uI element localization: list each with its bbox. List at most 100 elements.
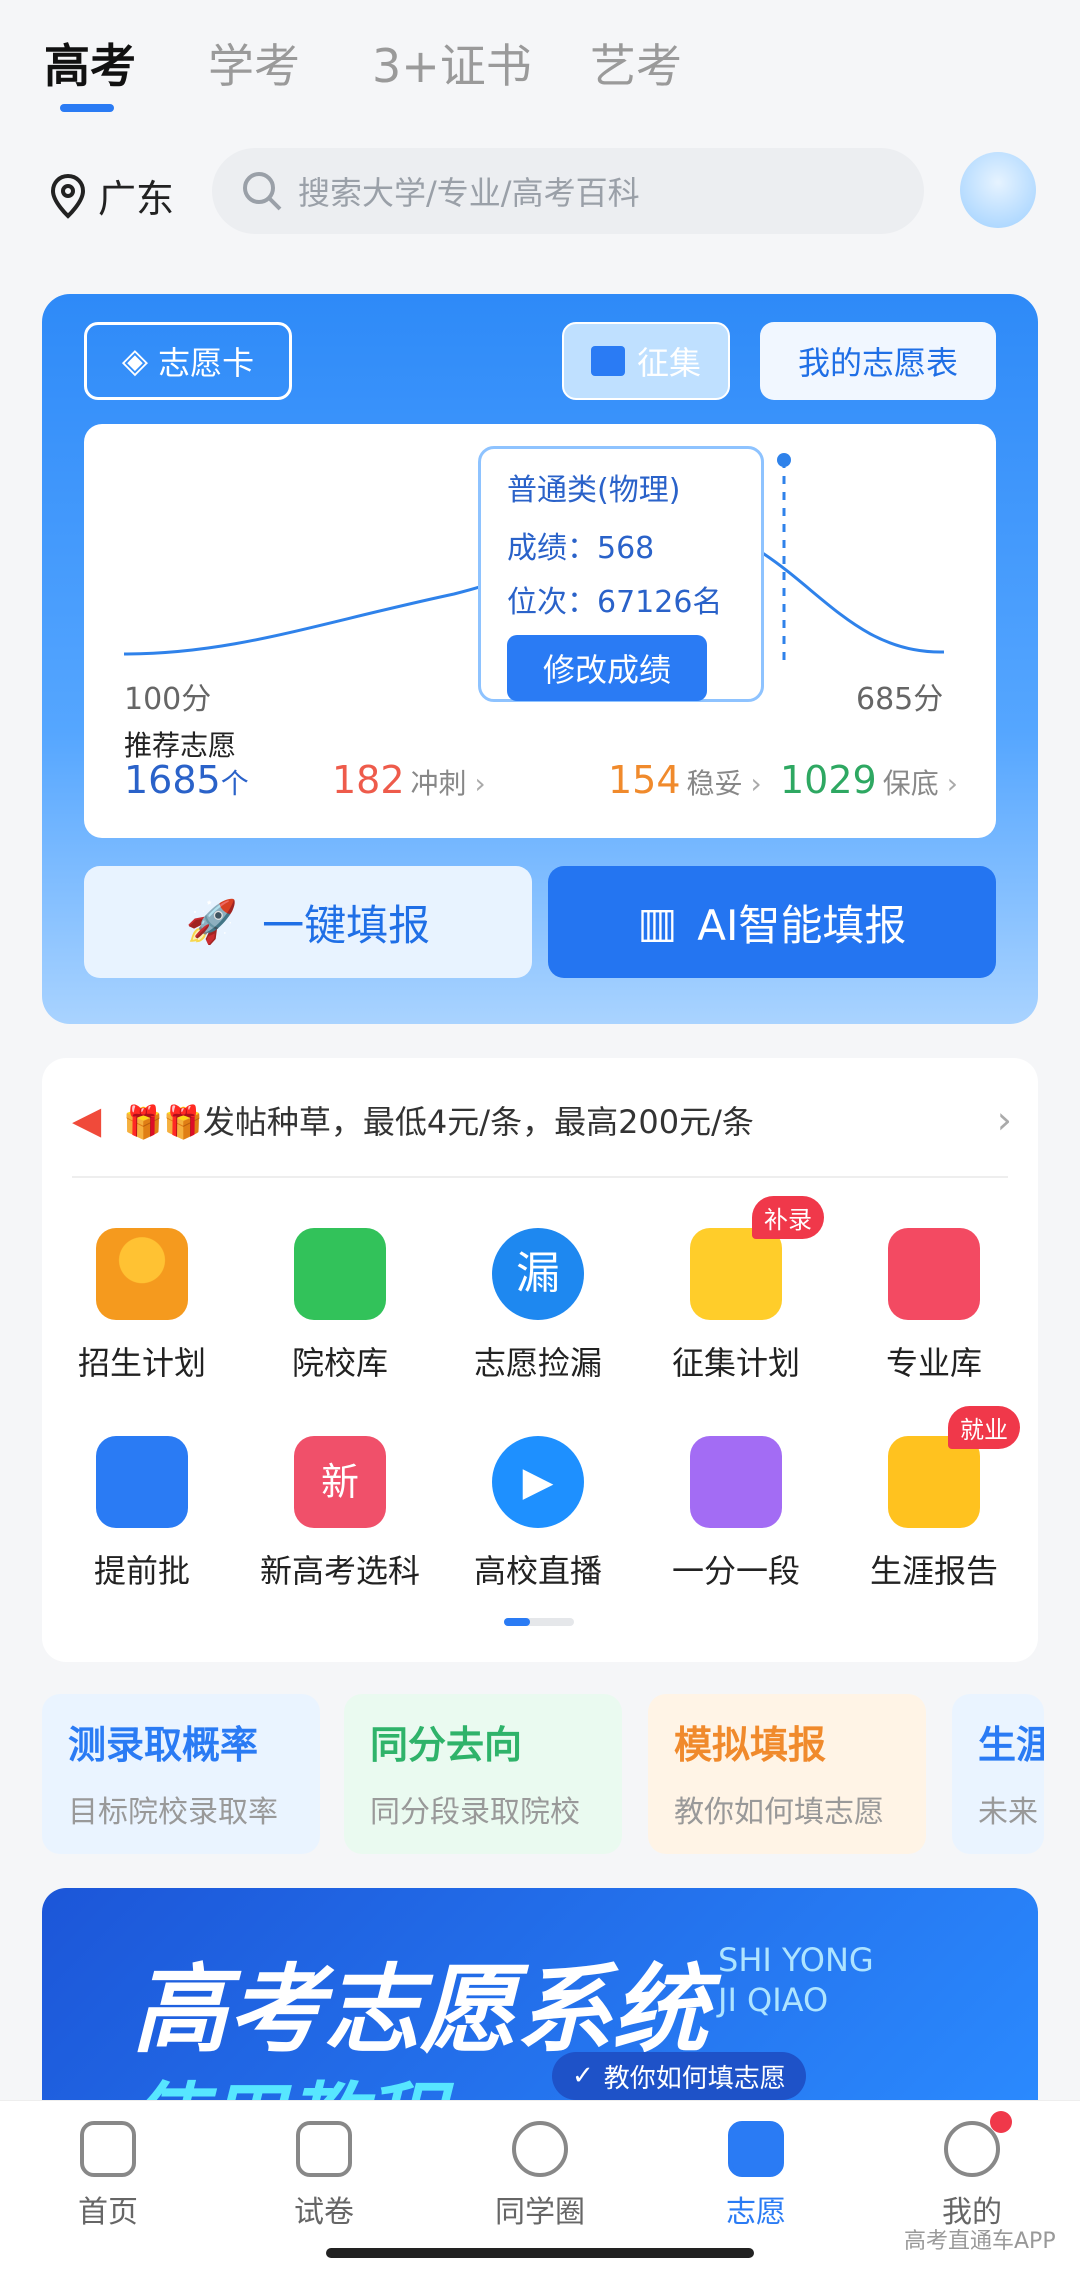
chong-label: 冲刺 <box>410 767 467 800</box>
quick-card-sub: 目标院校录取率 <box>68 1795 278 1830</box>
ai-fill-button[interactable]: ▥ AI智能填报 <box>548 866 996 978</box>
grid-item-zhaosheng[interactable]: 招生计划 <box>42 1228 242 1384</box>
grid-item-jianlou[interactable]: 漏志愿捡漏 <box>438 1228 638 1384</box>
paper-icon <box>296 2121 352 2177</box>
bao-label: 保底 <box>882 767 939 800</box>
zhengji-button[interactable]: 征集 <box>562 322 730 400</box>
grid-item-tiqianpi[interactable]: 提前批 <box>42 1436 242 1592</box>
graduation-cap-icon <box>728 2121 784 2177</box>
grid-label: 一分一段 <box>671 1552 800 1590</box>
location-selector[interactable]: 广东 <box>48 168 174 223</box>
banner-en: SHI YONG JI QIAO <box>718 1940 874 2020</box>
nav-classmates[interactable]: 同学圈 <box>460 2121 620 2231</box>
quick-card-simulate[interactable]: 模拟填报教你如何填志愿 <box>648 1694 926 1854</box>
quick-card-same-score[interactable]: 同分去向 同分段录取院校 <box>344 1694 622 1854</box>
top-tab-bar: 高考 学考 3+证书 艺考 <box>0 0 1080 140</box>
quick-card-title: 生涯 <box>978 1723 1044 1767</box>
wen-link[interactable]: 154 稳妥 › <box>608 758 762 802</box>
recommend-unit: 个 <box>220 767 249 800</box>
rank-value: 67126名 <box>597 585 723 620</box>
grid-label: 招生计划 <box>77 1344 206 1382</box>
page-indicator <box>504 1618 574 1626</box>
one-click-fill-button[interactable]: 🚀 一键填报 <box>84 866 532 978</box>
grid-item-yuanxiao[interactable]: 院校库 <box>240 1228 440 1384</box>
bar-chart-icon: ▥ <box>637 897 678 947</box>
watermark: 高考直通车APP <box>904 2229 1056 2254</box>
one-click-label: 一键填报 <box>262 900 431 950</box>
search-placeholder: 搜索大学/专业/高考百科 <box>298 174 640 212</box>
badge-bulu: 补录 <box>752 1196 824 1239</box>
badge-jiuye: 就业 <box>948 1406 1020 1449</box>
tab-zhengshu[interactable]: 3+证书 <box>372 30 532 96</box>
tab-yikao[interactable]: 艺考 <box>590 30 682 96</box>
recommend-count-row: 1685个 <box>124 758 249 802</box>
grid-item-yifenyiduan[interactable]: 一分一段 <box>636 1436 836 1592</box>
banner-tag: ✓ 教你如何填志愿 <box>552 2052 806 2100</box>
tab-gaokao[interactable]: 高考 <box>44 30 136 96</box>
person-icon <box>96 1228 188 1320</box>
grid-item-zhibo[interactable]: ▶ 高校直播 <box>438 1436 638 1592</box>
nav-zhiyuan[interactable]: 志愿 <box>676 2121 836 2231</box>
book-icon <box>590 346 625 376</box>
chong-link[interactable]: 182 冲刺 › <box>332 758 486 802</box>
grid-label: 高校直播 <box>473 1552 602 1590</box>
avatar[interactable] <box>960 152 1036 228</box>
quick-card-title: 同分去向 <box>370 1723 523 1767</box>
quick-card-probability[interactable]: 测录取概率目标院校录取率 <box>42 1694 320 1854</box>
banner-en1: SHI YONG <box>718 1941 874 1979</box>
nav-label: 试卷 <box>294 2195 354 2230</box>
quick-card-sub: 教你如何填志愿 <box>674 1795 884 1830</box>
banner-tag-text: 教你如何填志愿 <box>603 2063 786 2094</box>
quick-card-career[interactable]: 生涯 未来 <box>952 1694 1044 1854</box>
video-icon: ▶ <box>492 1436 584 1528</box>
nav-papers[interactable]: 试卷 <box>244 2121 404 2231</box>
nav-label: 首页 <box>78 2195 138 2230</box>
report-icon <box>888 1436 980 1528</box>
grid-item-shengya[interactable]: 生涯报告 <box>834 1436 1034 1592</box>
banner-en2: JI QIAO <box>718 1981 829 2019</box>
chong-value: 182 <box>332 758 405 802</box>
edit-score-button[interactable]: 修改成绩 <box>507 635 707 701</box>
location-label: 广东 <box>98 177 175 221</box>
bao-value: 1029 <box>780 758 877 802</box>
grid-item-zhengji[interactable]: 征集计划 <box>636 1228 836 1384</box>
wen-label: 稳妥 <box>686 767 743 800</box>
quick-card-title: 模拟填报 <box>674 1723 827 1767</box>
zhengji-label: 征集 <box>636 344 701 382</box>
wen-value: 154 <box>608 758 681 802</box>
school-icon <box>294 1228 386 1320</box>
book-icon <box>888 1228 980 1320</box>
grid-item-xuanke[interactable]: 新新高考选科 <box>240 1436 440 1592</box>
notice-bar[interactable]: ◀ 🎁🎁发帖种草，最低4元/条，最高200元/条 › <box>72 1092 1012 1148</box>
search-leak-icon: 漏 <box>492 1228 584 1320</box>
nav-home[interactable]: 首页 <box>28 2121 188 2231</box>
tab-xuekao[interactable]: 学考 <box>208 30 300 96</box>
grid-label: 征集计划 <box>671 1344 800 1382</box>
zhiyuan-card-button[interactable]: ◈ 志愿卡 <box>84 322 292 400</box>
quick-card-title: 测录取概率 <box>68 1723 259 1767</box>
divider <box>72 1176 1008 1178</box>
home-indicator <box>326 2248 754 2258</box>
ruler-icon <box>690 1436 782 1528</box>
profile-icon <box>944 2121 1000 2177</box>
active-tab-indicator <box>60 104 114 112</box>
my-table-button[interactable]: 我的志愿表 <box>760 322 996 400</box>
grid-item-zhuanye[interactable]: 专业库 <box>834 1228 1034 1384</box>
score-label: 成绩： <box>507 531 597 566</box>
zhiyuan-card-label: 志愿卡 <box>158 344 255 382</box>
feature-grid: ◀ 🎁🎁发帖种草，最低4元/条，最高200元/条 › 招生计划 院校库 漏志愿捡… <box>42 1058 1038 1662</box>
score-card: ◈ 志愿卡 征集 我的志愿表 普通类(物理) 成绩：568 位次：67126名 修… <box>42 294 1038 1024</box>
grid-label: 志愿捡漏 <box>473 1344 602 1382</box>
search-icon <box>243 172 282 211</box>
grid-label: 专业库 <box>885 1344 982 1382</box>
diamond-icon: ◈ <box>121 341 149 381</box>
bao-link[interactable]: 1029 保底 › <box>780 758 958 802</box>
search-input[interactable]: 搜索大学/专业/高考百科 <box>212 148 924 234</box>
banner-title: 高考志愿系统 <box>132 1954 708 2066</box>
quick-card-sub: 未来 <box>978 1795 1038 1830</box>
check-circle-icon: ✓ <box>572 2061 594 2091</box>
score-distribution-chart: 普通类(物理) 成绩：568 位次：67126名 修改成绩 100分 685分 … <box>84 424 996 838</box>
tooltip-category: 普通类(物理) <box>507 473 681 508</box>
nav-mine[interactable]: 我的 <box>892 2121 1052 2231</box>
notification-dot <box>990 2111 1012 2133</box>
